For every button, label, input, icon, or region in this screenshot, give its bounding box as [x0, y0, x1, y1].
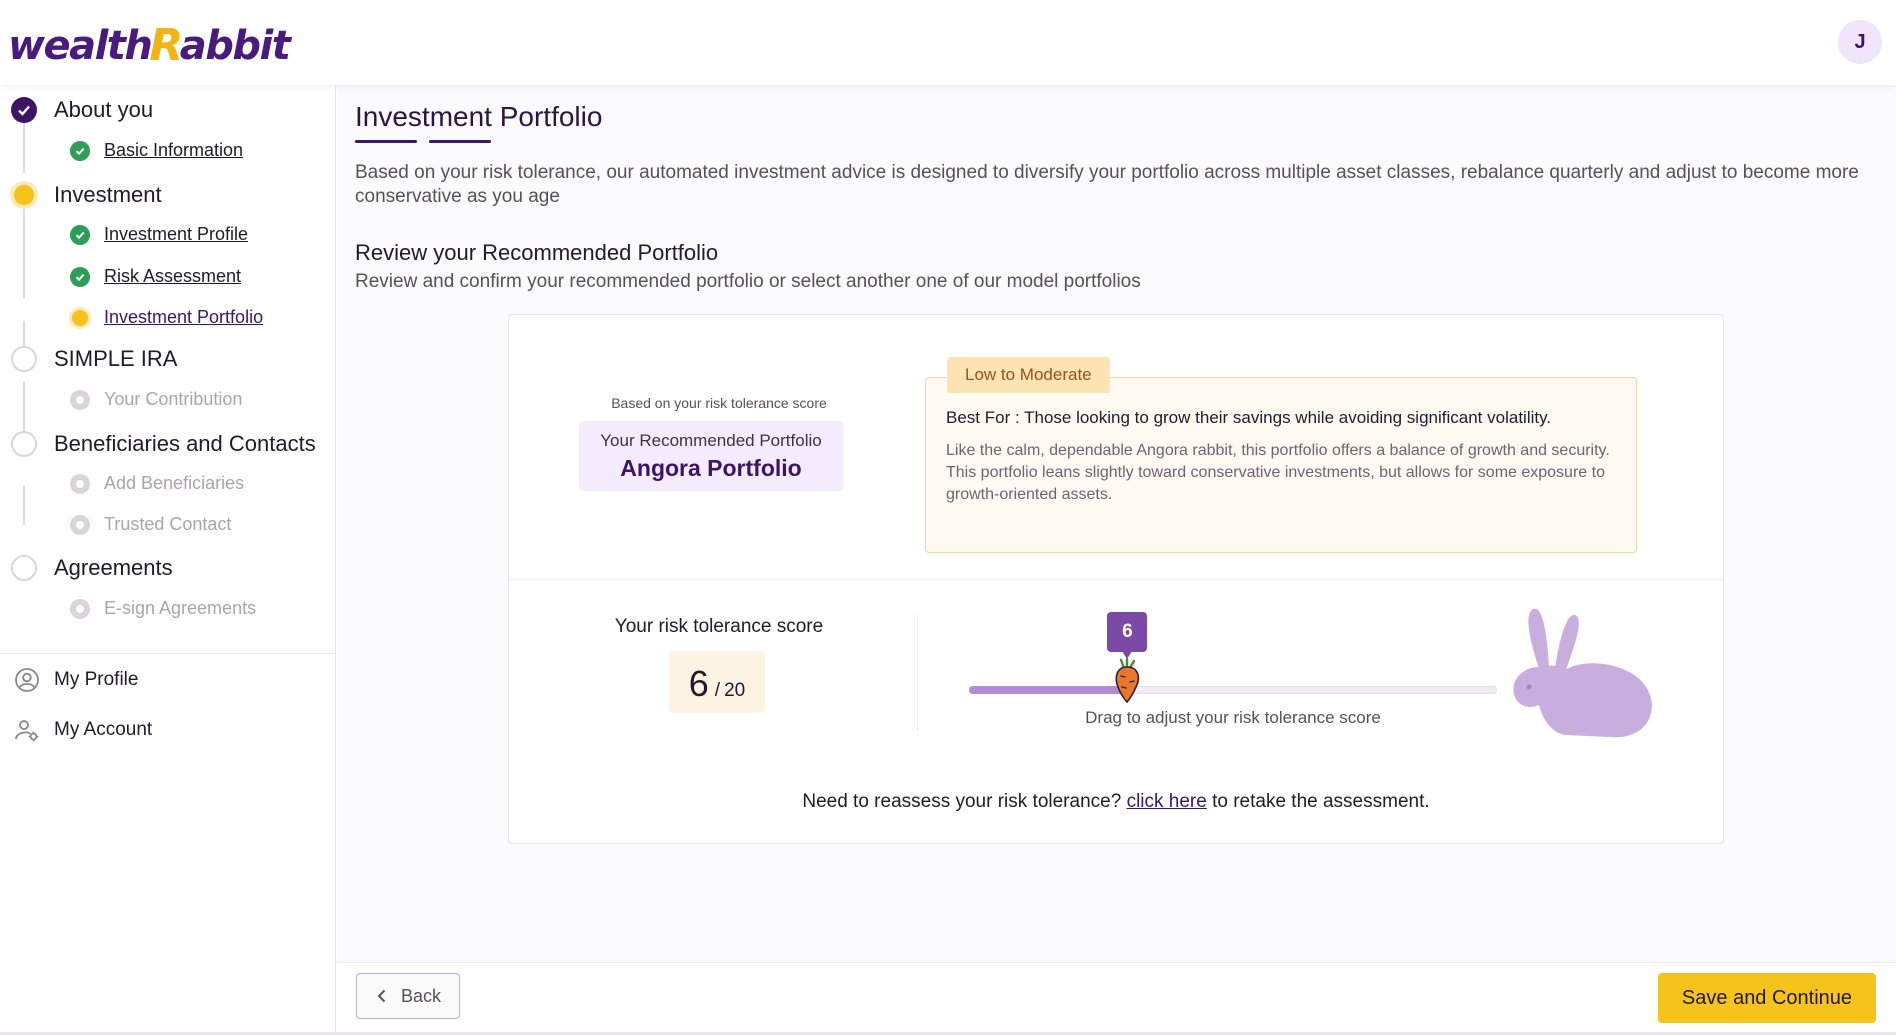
portfolio-card: Based on your risk tolerance score Your …: [508, 314, 1724, 844]
title-underline: [355, 140, 417, 143]
top-header: wealth Rabbit J: [0, 0, 1896, 85]
vertical-divider: [917, 615, 918, 731]
pending-dot-icon: [70, 514, 90, 535]
my-profile-link[interactable]: My Profile: [14, 667, 138, 693]
risk-score-max: 20: [724, 680, 746, 701]
page-title: Investment Portfolio: [355, 101, 603, 132]
sidebar-item-basic-information[interactable]: Basic Information: [0, 140, 243, 161]
risk-slider-fill: [969, 686, 1128, 694]
step-about-you[interactable]: About you: [0, 97, 153, 123]
section-title: Review your Recommended Portfolio: [355, 240, 719, 265]
risk-slider-tooltip: 6: [1107, 612, 1148, 659]
recommendation-caption: Based on your risk tolerance score: [611, 395, 827, 411]
recommended-portfolio-box: Your Recommended Portfolio Angora Portfo…: [579, 421, 843, 491]
back-button[interactable]: Back: [356, 973, 460, 1019]
chevron-left-icon: [377, 989, 386, 1003]
rabbit-illustration-icon: [1513, 608, 1652, 738]
risk-level-badge: Low to Moderate: [947, 357, 1110, 393]
portfolio-info-box: Best For : Those looking to grow their s…: [925, 377, 1637, 553]
pending-dot-icon: [70, 598, 90, 619]
card-divider: [509, 579, 1723, 580]
user-settings-icon: [15, 720, 39, 742]
pending-dot-icon: [70, 473, 90, 494]
sidebar-item-investment-portfolio[interactable]: Investment Portfolio: [0, 307, 263, 328]
slider-caption: Drag to adjust your risk tolerance score: [1085, 708, 1381, 727]
portfolio-description: Like the calm, dependable Angora rabbit,…: [946, 442, 1610, 503]
save-and-continue-button[interactable]: Save and Continue: [1658, 973, 1876, 1023]
recommended-portfolio-label: Your Recommended Portfolio: [600, 431, 822, 450]
page-description: Based on your risk tolerance, our automa…: [355, 162, 1859, 207]
pending-dot-icon: [70, 389, 90, 410]
step-simple-ira[interactable]: SIMPLE IRA: [0, 346, 177, 372]
section-description: Review and confirm your recommended port…: [355, 271, 1141, 292]
check-icon: [70, 140, 90, 161]
sidebar-item-risk-assessment[interactable]: Risk Assessment: [0, 266, 241, 287]
reassess-text: Need to reassess your risk tolerance? cl…: [802, 791, 1430, 812]
empty-circle-icon: [11, 555, 37, 581]
best-for-text: Best For : Those looking to grow their s…: [946, 408, 1552, 427]
risk-score-value: 6: [688, 663, 709, 704]
check-circle-icon: [11, 97, 37, 123]
progress-sidebar: About you Basic Information Investment I…: [0, 85, 336, 1035]
in-progress-dot-icon: [14, 185, 34, 205]
sidebar-item-e-sign-agreements: E-sign Agreements: [0, 598, 256, 619]
risk-score-box: 6 / 20: [669, 651, 765, 713]
user-avatar[interactable]: J: [1838, 20, 1882, 64]
sidebar-item-your-contribution: Your Contribution: [0, 389, 242, 410]
in-progress-dot-icon: [72, 309, 88, 326]
carrot-slider-thumb-icon[interactable]: [1110, 658, 1144, 704]
check-icon: [70, 266, 90, 287]
sidebar-item-investment-profile[interactable]: Investment Profile: [0, 224, 248, 245]
user-circle-icon: [15, 668, 39, 692]
sidebar-divider: [0, 653, 336, 654]
step-agreements[interactable]: Agreements: [0, 555, 173, 581]
step-beneficiaries-and-contacts[interactable]: Beneficiaries and Contacts: [0, 431, 316, 457]
empty-circle-icon: [11, 431, 37, 457]
retake-assessment-link[interactable]: click here: [1127, 791, 1207, 812]
check-icon: [70, 224, 90, 245]
sidebar-item-trusted-contact: Trusted Contact: [0, 514, 231, 535]
risk-score-label: Your risk tolerance score: [614, 616, 824, 637]
wealthrabbit-logo[interactable]: wealth Rabbit: [8, 20, 291, 71]
empty-circle-icon: [11, 346, 37, 372]
my-account-link[interactable]: My Account: [14, 717, 152, 743]
footer-bar: Back Save and Continue: [337, 962, 1896, 1035]
sidebar-item-add-beneficiaries: Add Beneficiaries: [0, 473, 244, 494]
step-investment[interactable]: Investment: [0, 182, 162, 208]
recommended-portfolio-name: Angora Portfolio: [620, 455, 802, 481]
title-underline: [429, 140, 491, 143]
risk-score-separator: /: [714, 680, 721, 701]
main-content: Investment Portfolio Based on your risk …: [337, 85, 1896, 962]
